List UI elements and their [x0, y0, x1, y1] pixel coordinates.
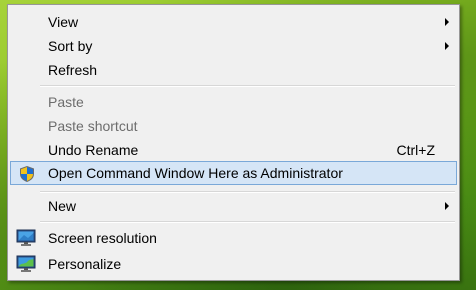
menu-item-sort-by[interactable]: Sort by — [10, 34, 457, 58]
menu-item-label: Undo Rename — [48, 142, 139, 158]
menu-item-view[interactable]: View — [10, 10, 457, 34]
desktop-context-menu: View Sort by Refresh Paste Paste shortcu… — [7, 4, 460, 281]
menu-item-label: Personalize — [48, 256, 122, 272]
menu-item-label: Sort by — [48, 38, 93, 54]
menu-item-label: Paste shortcut — [48, 118, 138, 134]
menu-item-paste-shortcut: Paste shortcut — [10, 114, 457, 138]
menu-item-label: View — [48, 14, 79, 30]
menu-item-label: Open Command Window Here as Administrato… — [48, 165, 343, 181]
menu-item-open-command-window-admin[interactable]: Open Command Window Here as Administrato… — [10, 161, 457, 185]
monitor-icon — [16, 229, 36, 247]
menu-item-screen-resolution[interactable]: Screen resolution — [10, 226, 457, 250]
menu-item-label: New — [48, 198, 77, 214]
menu-item-new[interactable]: New — [10, 194, 457, 218]
menu-separator — [40, 85, 455, 87]
menu-item-label: Paste — [48, 94, 84, 110]
menu-separator — [40, 221, 455, 223]
menu-item-label: Screen resolution — [48, 230, 157, 246]
keyboard-shortcut: Ctrl+Z — [396, 142, 436, 158]
menu-item-paste: Paste — [10, 90, 457, 114]
uac-shield-icon — [17, 165, 37, 183]
submenu-arrow-icon — [445, 202, 449, 210]
menu-item-personalize[interactable]: Personalize — [10, 252, 457, 276]
menu-item-label: Refresh — [48, 62, 98, 78]
menu-item-refresh[interactable]: Refresh — [10, 58, 457, 82]
personalize-icon — [16, 255, 36, 273]
submenu-arrow-icon — [445, 42, 449, 50]
menu-separator — [40, 191, 455, 193]
menu-item-undo-rename[interactable]: Undo Rename Ctrl+Z — [10, 138, 457, 162]
submenu-arrow-icon — [445, 18, 449, 26]
